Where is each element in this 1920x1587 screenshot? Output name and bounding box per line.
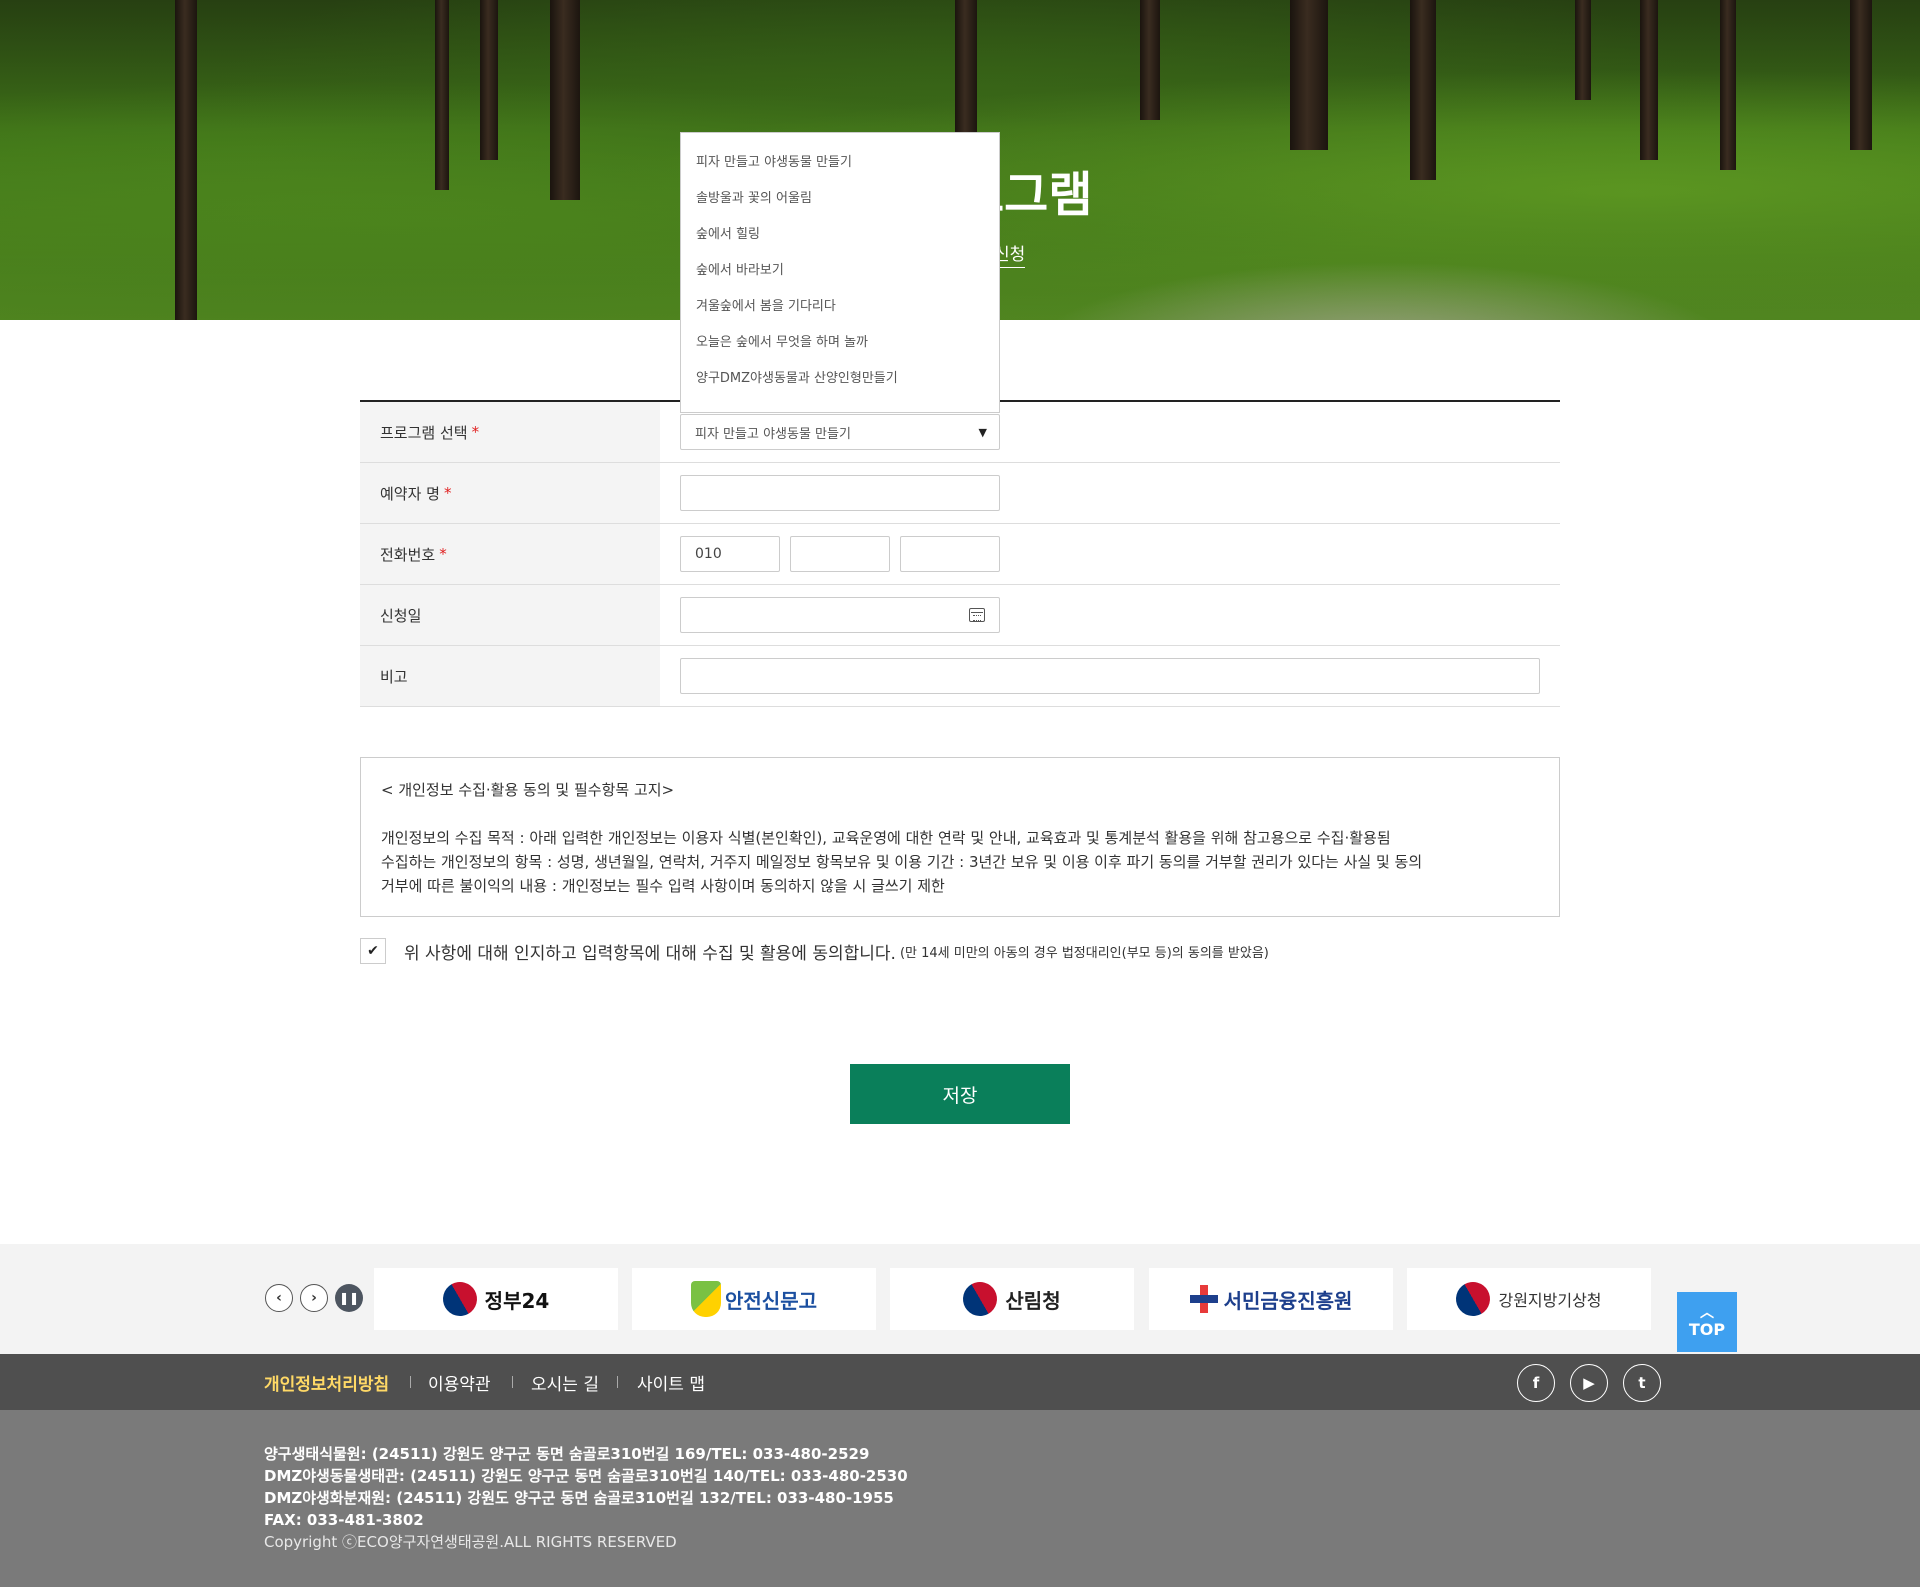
privacy-title: < 개인정보 수집·활용 동의 및 필수항목 고지> bbox=[381, 781, 675, 799]
date-input[interactable] bbox=[680, 597, 1000, 633]
save-button[interactable]: 저장 bbox=[850, 1064, 1070, 1124]
dropdown-option[interactable]: 피자 만들고 야생동물 만들기 bbox=[681, 145, 999, 181]
dropdown-option[interactable]: 숲에서 힐링 bbox=[681, 217, 999, 253]
banner-forest-service[interactable]: 산림청 bbox=[890, 1268, 1134, 1330]
name-row: 예약자 명 * bbox=[360, 463, 1560, 524]
taegeuk-logo-icon bbox=[957, 1275, 1004, 1323]
fax-line: FAX: 033-481-3802 bbox=[264, 1511, 424, 1529]
dropdown-option[interactable]: 오늘은 숲에서 무엇을 하며 놀까 bbox=[681, 325, 999, 361]
privacy-policy-link[interactable]: 개인정보처리방침 bbox=[264, 1370, 389, 1395]
scroll-top-button[interactable]: ︿ TOP bbox=[1677, 1292, 1737, 1352]
related-sites-strip: ‹ › ❚❚ 정부24 안전신문고 산림청 서민금융진흥원 강원지방기상청 bbox=[0, 1244, 1920, 1354]
privacy-line: 개인정보의 수집 목적 : 아래 입력한 개인정보는 이용자 식별(본인확인),… bbox=[381, 829, 1391, 847]
privacy-notice: < 개인정보 수집·활용 동의 및 필수항목 고지> 개인정보의 수집 목적 :… bbox=[360, 757, 1560, 917]
dropdown-option[interactable]: 겨울숲에서 봄을 기다리다 bbox=[681, 289, 999, 325]
terms-link[interactable]: 이용약관 bbox=[428, 1370, 491, 1395]
address-line: DMZ야생동물생태관: (24511) 강원도 양구군 동면 숨골로310번길 … bbox=[264, 1467, 908, 1485]
note-input[interactable] bbox=[680, 658, 1540, 694]
note-label: 비고 bbox=[380, 667, 408, 686]
next-arrow-icon[interactable]: › bbox=[300, 1284, 328, 1312]
checkmark-icon: ✔ bbox=[367, 943, 379, 959]
calendar-icon[interactable] bbox=[969, 608, 985, 622]
phone-prefix-input[interactable]: 010 bbox=[680, 536, 780, 572]
chevron-up-icon: ︿ bbox=[1700, 1304, 1714, 1321]
caret-down-icon: ▼ bbox=[978, 425, 987, 439]
agree-label[interactable]: 위 사항에 대해 인지하고 입력항목에 대해 수집 및 활용에 동의합니다. bbox=[404, 939, 896, 964]
agree-note: (만 14세 미만의 아동의 경우 법정대리인(부모 등)의 동의를 받았음) bbox=[899, 945, 1269, 961]
banner-weather-office[interactable]: 강원지방기상청 bbox=[1407, 1268, 1651, 1330]
sitemap-link[interactable]: 사이트 맵 bbox=[637, 1370, 705, 1395]
banner-safety-report[interactable]: 안전신문고 bbox=[632, 1268, 876, 1330]
required-mark: * bbox=[471, 423, 480, 441]
banner-finance-agency[interactable]: 서민금융진흥원 bbox=[1149, 1268, 1393, 1330]
agree-checkbox[interactable]: ✔ bbox=[360, 938, 386, 964]
note-row: 비고 bbox=[360, 646, 1560, 707]
twitter-icon[interactable]: t bbox=[1623, 1364, 1661, 1402]
shield-logo-icon bbox=[691, 1281, 721, 1317]
address-line: DMZ야생화분재원: (24511) 강원도 양구군 동면 숨골로310번길 1… bbox=[264, 1489, 894, 1507]
required-mark: * bbox=[443, 484, 452, 502]
required-mark: * bbox=[439, 545, 447, 563]
phone-row: 전화번호 * 010 bbox=[360, 524, 1560, 585]
cross-logo-icon bbox=[1189, 1285, 1218, 1313]
privacy-line: 수집하는 개인정보의 항목 : 성명, 생년월일, 연락처, 거주지 메일정보 … bbox=[381, 853, 1423, 871]
program-dropdown-list: 피자 만들고 야생동물 만들기 솔방울과 꽃의 어울림 숲에서 힐링 숲에서 바… bbox=[680, 132, 1000, 413]
name-input[interactable] bbox=[680, 475, 1000, 511]
date-row: 신청일 bbox=[360, 585, 1560, 646]
program-select[interactable]: 피자 만들고 야생동물 만들기 ▼ bbox=[680, 414, 1000, 450]
program-label: 프로그램 선택 bbox=[380, 423, 468, 442]
directions-link[interactable]: 오시는 길 bbox=[531, 1370, 599, 1395]
taegeuk-logo-icon bbox=[436, 1275, 483, 1323]
footer-nav: 개인정보처리방침 이용약관 오시는 길 사이트 맵 f ▶ t bbox=[0, 1354, 1920, 1410]
pause-icon[interactable]: ❚❚ bbox=[335, 1284, 363, 1312]
prev-arrow-icon[interactable]: ‹ bbox=[265, 1284, 293, 1312]
youtube-icon[interactable]: ▶ bbox=[1570, 1364, 1608, 1402]
date-label: 신청일 bbox=[380, 606, 422, 625]
footer-info: 양구생태식물원: (24511) 강원도 양구군 동면 숨골로310번길 169… bbox=[0, 1410, 1920, 1587]
agree-row: ✔ 위 사항에 대해 인지하고 입력항목에 대해 수집 및 활용에 동의합니다.… bbox=[360, 938, 1269, 964]
phone-label: 전화번호 bbox=[380, 545, 436, 564]
program-select-value: 피자 만들고 야생동물 만들기 bbox=[695, 426, 851, 442]
address-line: 양구생태식물원: (24511) 강원도 양구군 동면 숨골로310번길 169… bbox=[264, 1445, 870, 1463]
dropdown-option[interactable]: 양구DMZ야생동물과 산양인형만들기 bbox=[681, 361, 999, 397]
phone-middle-input[interactable] bbox=[790, 536, 890, 572]
name-label: 예약자 명 bbox=[380, 484, 440, 503]
copyright: Copyright ⓒECO양구자연생태공원.ALL RIGHTS RESERV… bbox=[264, 1533, 677, 1551]
phone-last-input[interactable] bbox=[900, 536, 1000, 572]
dropdown-option[interactable]: 숲에서 바라보기 bbox=[681, 253, 999, 289]
facebook-icon[interactable]: f bbox=[1517, 1364, 1555, 1402]
privacy-line: 거부에 따른 불이익의 내용 : 개인정보는 필수 입력 사항이며 동의하지 않… bbox=[381, 877, 945, 895]
reservation-form: 프로그램 선택 * 피자 만들고 야생동물 만들기 ▼ 예약자 명 * 전화번호… bbox=[360, 400, 1560, 707]
taegeuk-logo-icon bbox=[1450, 1275, 1497, 1323]
banner-gov24[interactable]: 정부24 bbox=[374, 1268, 618, 1330]
dropdown-option[interactable]: 솔방울과 꽃의 어울림 bbox=[681, 181, 999, 217]
